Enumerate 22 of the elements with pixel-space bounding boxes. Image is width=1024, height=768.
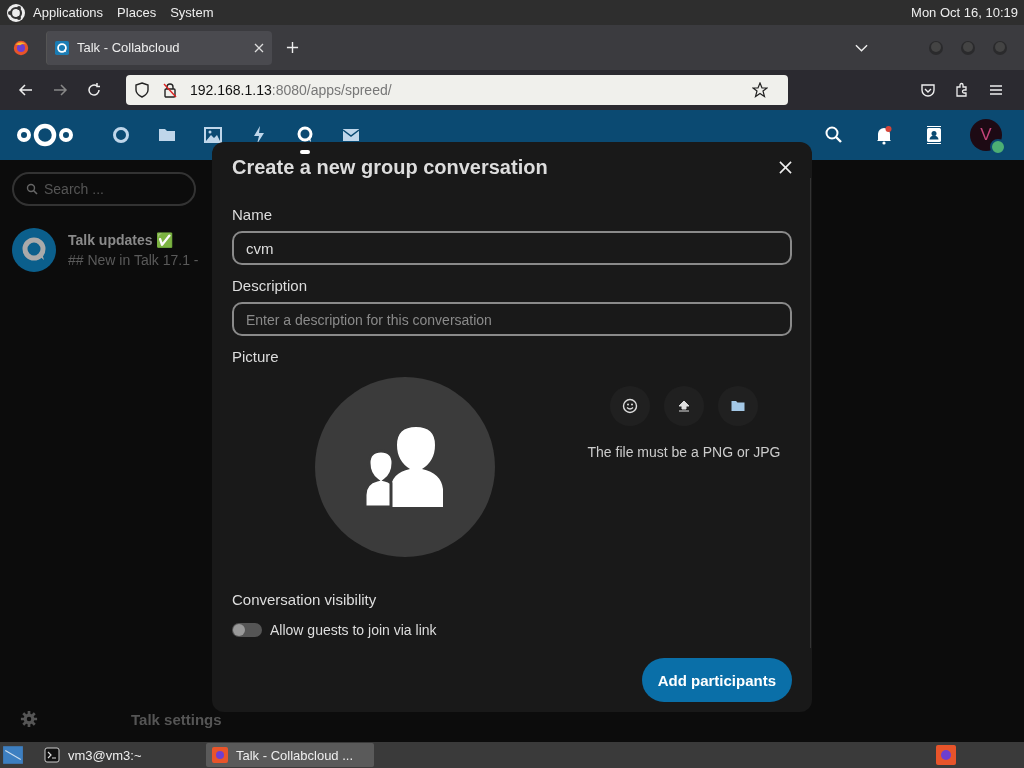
hint-text: The file must be a PNG or JPG — [587, 444, 781, 460]
user-avatar[interactable]: V — [970, 119, 1002, 151]
toggle-label: Allow guests to join via link — [270, 622, 437, 638]
panel-menu[interactable]: Places — [117, 5, 157, 20]
panel-menu[interactable]: Applications — [33, 5, 104, 20]
section-label: Conversation visibility — [232, 591, 378, 608]
description-field[interactable]: Enter a description for this conversation — [232, 302, 792, 336]
taskbar-window-button[interactable]: vm3@vm3:~ — [38, 743, 206, 767]
dialog-title: Create a new group conversation — [232, 155, 549, 179]
conversation-item[interactable]: Talk updates ✅ ## New in Talk 17.1 - — [12, 228, 199, 272]
taskbar-window-button[interactable]: Talk - Collabcloud ... — [206, 743, 374, 767]
clock[interactable]: Mon Oct 16, 10:19 — [911, 5, 1018, 20]
panel-menu[interactable]: System — [170, 5, 214, 20]
search-field[interactable]: Search ... — [12, 172, 196, 206]
field-label: Name — [232, 206, 273, 223]
add-participants-button[interactable]: Add participants — [641, 658, 792, 702]
name-field[interactable]: cvm — [232, 231, 792, 265]
url-text: 192.168.1.13:8080/apps/spreed/ — [190, 82, 392, 98]
browser-tab[interactable]: Talk - Collabcloud — [46, 30, 272, 65]
field-label: Description — [232, 277, 309, 294]
field-label: Picture — [232, 348, 280, 365]
address-bar[interactable]: 192.168.1.13:8080/apps/spreed/ — [126, 75, 788, 105]
